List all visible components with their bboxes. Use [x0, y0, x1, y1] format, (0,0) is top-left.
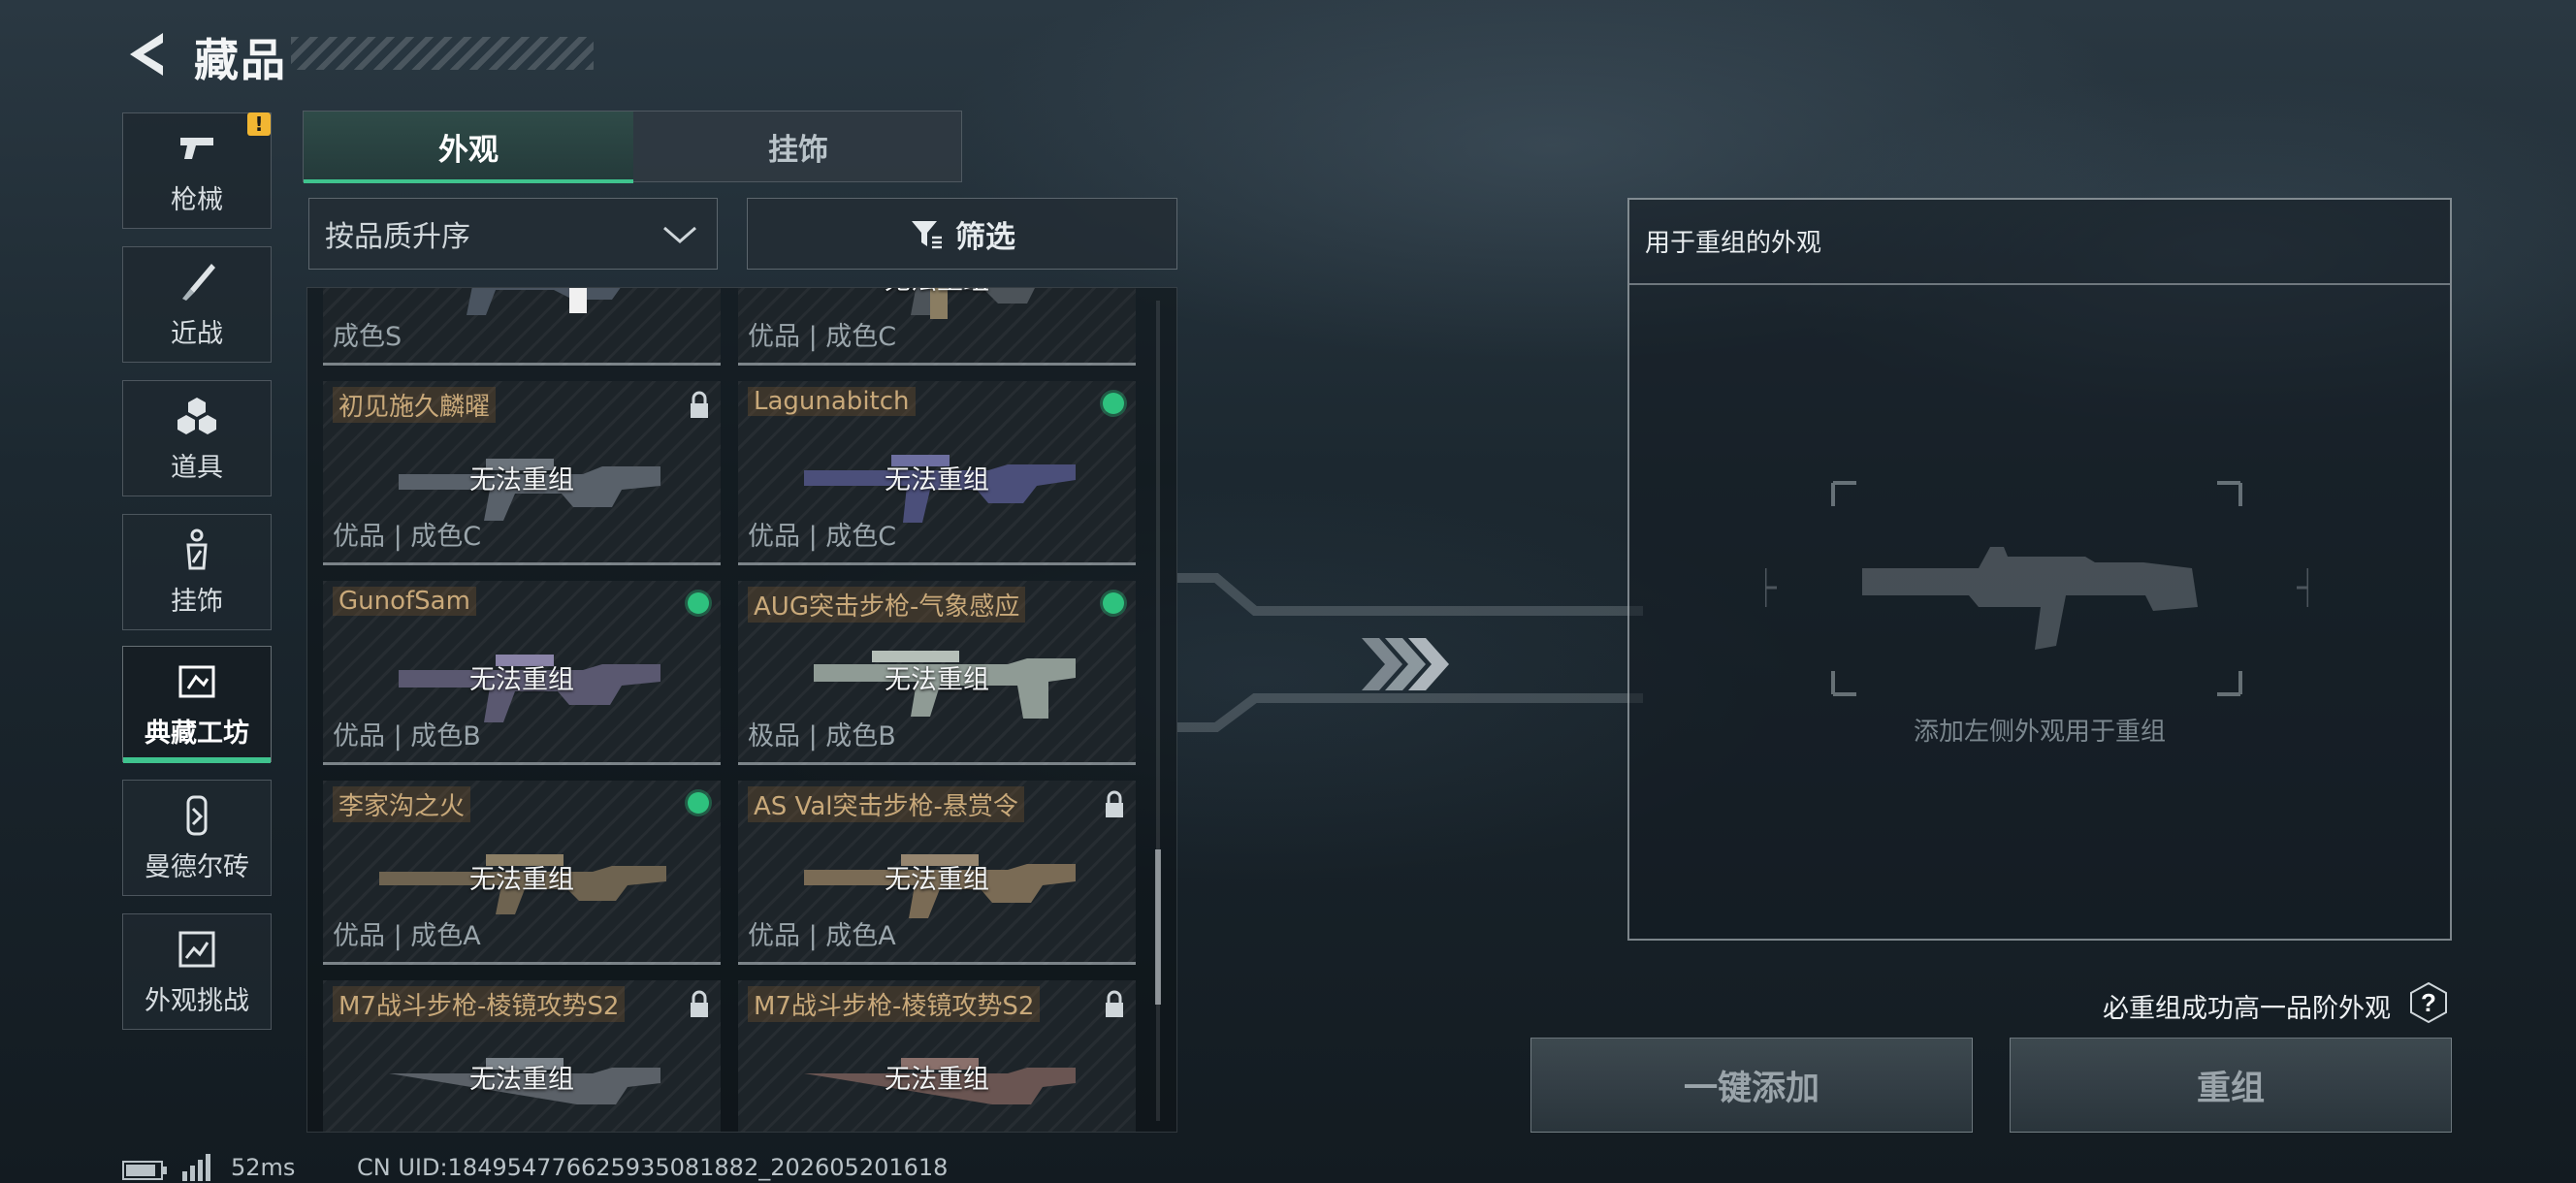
sidebar-item-mandel-brick[interactable]: 曼德尔砖 [122, 780, 272, 896]
lock-icon [1106, 990, 1123, 1017]
cannot-recombine-label: 无法重组 [885, 865, 989, 895]
rarity-dot [1103, 592, 1124, 614]
signal-icon [182, 1154, 210, 1181]
help-icon[interactable]: ? [2407, 981, 2450, 1024]
rifle-placeholder-icon [1765, 481, 2308, 696]
item-grade: 优品 | 成色C [333, 522, 482, 552]
sidebar-item-label: 枪械 [171, 184, 223, 215]
item-name: 李家沟之火 [333, 786, 471, 822]
mandel-brick-icon [186, 795, 208, 835]
charm-icon [186, 528, 208, 569]
tab-appearance[interactable]: 外观 [304, 112, 633, 183]
scrollbar-thumb[interactable] [1155, 849, 1161, 1005]
panel-hint: 添加左侧外观用于重组 [1913, 718, 2166, 747]
item-name: 初见施久麟曜 [333, 387, 497, 423]
pistol-icon [180, 137, 213, 159]
sidebar-item-label: 外观挑战 [145, 985, 249, 1016]
item-name: AUG突击步枪-气象感应 [748, 587, 1026, 623]
sidebar-item-label: 曼德尔砖 [145, 851, 249, 882]
forward-arrows-icon [1362, 638, 1449, 690]
rarity-dot [688, 592, 709, 614]
warning-badge: ! [247, 112, 271, 136]
item-name: M7战斗步枪-棱镜攻势S2 [748, 986, 1041, 1022]
battery-icon [122, 1161, 167, 1180]
rarity-dot [1103, 393, 1124, 414]
sort-label: 按品质升序 [325, 220, 470, 254]
item-card[interactable]: AUG突击步枪-气象感应 无法重组 极品 | 成色B [738, 581, 1136, 765]
sidebar-item-items[interactable]: 道具 [122, 380, 272, 496]
item-name: GunofSam [333, 587, 476, 616]
item-name: Lagunabitch [748, 387, 916, 416]
item-card[interactable]: M7战斗步枪-棱镜攻势S2 无法重组 [323, 980, 721, 1132]
item-card[interactable]: AS Val突击步枪-悬赏令 无法重组 优品 | 成色A [738, 781, 1136, 965]
item-grid[interactable]: 成色S 无法重组 优品 | 成色C 初见施久麟曜 无法重组 优品 | 成色C L… [306, 287, 1177, 1133]
panel-title: 用于重组的外观 [1645, 229, 1822, 258]
cannot-recombine-label: 无法重组 [469, 665, 574, 695]
item-card[interactable]: 无法重组 优品 | 成色C [738, 288, 1136, 366]
back-arrow-icon[interactable] [124, 29, 167, 80]
sidebar-item-appearance-challenge[interactable]: 外观挑战 [122, 913, 272, 1030]
title-decoration [291, 37, 594, 70]
lock-icon [1106, 790, 1123, 817]
cannot-recombine-label: 无法重组 [469, 1065, 574, 1095]
tab-charms[interactable]: 挂饰 [633, 112, 963, 181]
rarity-dot [688, 792, 709, 814]
lock-icon [691, 391, 708, 418]
item-grade: 优品 | 成色C [748, 322, 897, 352]
items-icon [177, 397, 216, 434]
tab-bar: 外观 挂饰 [303, 111, 963, 183]
item-card[interactable]: GunofSam 无法重组 优品 | 成色B [323, 581, 721, 765]
sidebar-item-charms[interactable]: 挂饰 [122, 514, 272, 630]
sidebar-item-melee[interactable]: 近战 [122, 246, 272, 363]
user-uid: CN UID:18495477662593508188​2_2026052016… [357, 1154, 949, 1181]
sidebar-item-label: 典藏工坊 [145, 718, 249, 749]
workshop-icon [178, 665, 215, 697]
cannot-recombine-label: 无法重组 [469, 865, 574, 895]
item-name: M7战斗步枪-棱镜攻势S2 [333, 986, 626, 1022]
item-name: AS Val突击步枪-悬赏令 [748, 786, 1024, 822]
item-card[interactable]: M7战斗步枪-棱镜攻势S2 无法重组 [738, 980, 1136, 1132]
item-grade: 优品 | 成色C [748, 522, 897, 552]
knife-icon [182, 263, 215, 301]
cannot-recombine-label: 无法重组 [885, 1065, 989, 1095]
sidebar-item-label: 道具 [171, 452, 223, 483]
item-card[interactable]: 李家沟之火 无法重组 优品 | 成色A [323, 781, 721, 965]
page-title: 藏品 [194, 34, 287, 86]
help-label: ? [2421, 988, 2436, 1017]
sidebar-item-label: 挂饰 [171, 586, 223, 617]
cannot-recombine-label: 无法重组 [885, 665, 989, 695]
rifle-thumbnail-icon [467, 288, 621, 315]
recombination-panel: 用于重组的外观 添加左侧外观用于重组 [1627, 198, 2452, 941]
chevron-down-icon [663, 226, 696, 243]
cannot-recombine-label: 无法重组 [469, 465, 574, 496]
item-grade: 极品 | 成色B [748, 721, 896, 751]
item-card[interactable]: Lagunabitch 无法重组 优品 | 成色C [738, 381, 1136, 565]
item-grade: 优品 | 成色B [333, 721, 481, 751]
sidebar-item-workshop[interactable]: 典藏工坊 [122, 646, 272, 763]
filter-label: 筛选 [955, 219, 1015, 255]
cannot-recombine-label: 无法重组 [885, 465, 989, 496]
item-grade: 优品 | 成色A [748, 921, 896, 951]
item-card[interactable]: 成色S [323, 288, 721, 366]
filter-button[interactable]: 筛选 [747, 198, 1177, 270]
lock-icon [691, 990, 708, 1017]
ping-readout: 52ms [231, 1154, 296, 1181]
item-grade: 成色S [333, 322, 402, 352]
recombine-button[interactable]: 重组 [2010, 1038, 2452, 1133]
item-card[interactable]: 初见施久麟曜 无法重组 优品 | 成色C [323, 381, 721, 565]
challenge-icon [178, 931, 215, 967]
sidebar-item-label: 近战 [171, 318, 223, 349]
item-grade: 优品 | 成色A [333, 921, 481, 951]
cannot-recombine-label: 无法重组 [738, 288, 1136, 297]
guarantee-text: 必重组成功高一品阶外观 [2103, 994, 2391, 1024]
divider [1629, 283, 2450, 285]
filter-icon [912, 221, 942, 249]
sort-dropdown[interactable]: 按品质升序 [308, 198, 718, 270]
auto-add-button[interactable]: 一键添加 [1530, 1038, 1973, 1133]
